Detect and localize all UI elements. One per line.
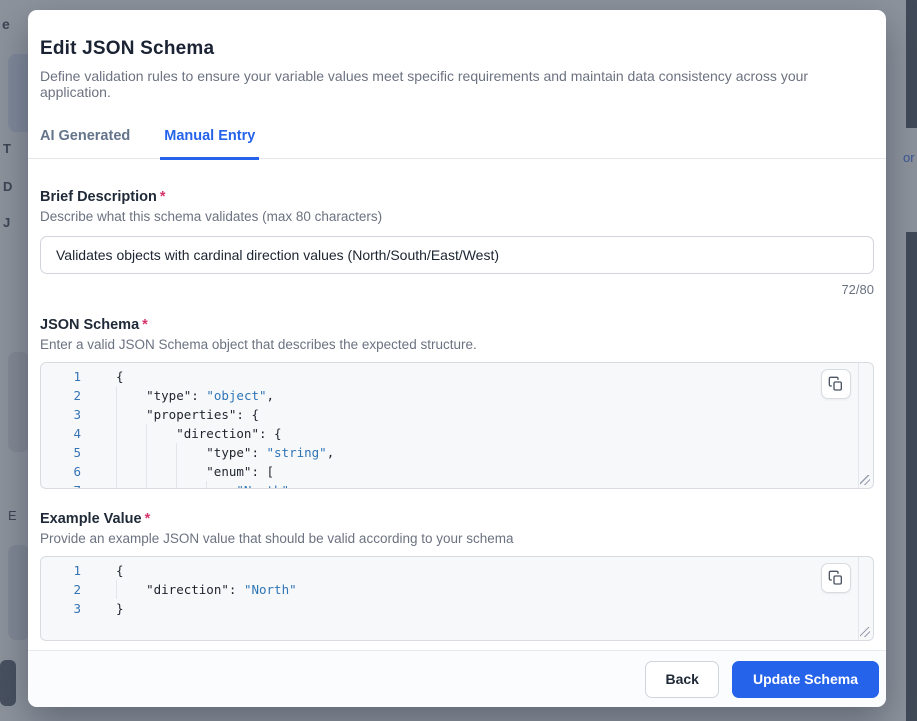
line-number: 3 <box>41 599 81 618</box>
copy-schema-button[interactable] <box>821 369 851 399</box>
example-value-field: Example Value* Provide an example JSON v… <box>40 511 874 641</box>
tab-bar: AI Generated Manual Entry <box>28 120 886 159</box>
json-schema-field: JSON Schema* Enter a valid JSON Schema o… <box>40 317 874 489</box>
code-line: 1{ <box>41 561 873 580</box>
indent-guide <box>116 580 146 599</box>
indent-guide <box>176 443 206 462</box>
edit-json-schema-dialog: Edit JSON Schema Define validation rules… <box>28 10 886 707</box>
code-text: "direction": "North" <box>116 580 297 599</box>
code-line: 2 "type": "object", <box>41 386 873 405</box>
line-number: 6 <box>41 462 81 481</box>
indent-guide <box>116 462 146 481</box>
code-text: "type": "string", <box>116 443 334 462</box>
dialog-footer: Back Update Schema <box>28 650 886 707</box>
code-text: } <box>116 599 124 618</box>
editor-gutter-line <box>858 363 859 488</box>
indent-guide <box>116 443 146 462</box>
code-text: { <box>116 561 124 580</box>
line-number: 5 <box>41 443 81 462</box>
code-line: 7 "North", <box>41 481 873 489</box>
required-asterisk: * <box>142 317 148 333</box>
example-value-helper: Provide an example JSON value that shoul… <box>40 531 874 546</box>
brief-description-input[interactable] <box>40 236 874 274</box>
dialog-header: Edit JSON Schema Define validation rules… <box>28 10 886 100</box>
indent-guide <box>116 424 146 443</box>
example-value-label-text: Example Value <box>40 511 142 527</box>
indent-guide <box>146 462 176 481</box>
required-asterisk: * <box>145 511 151 527</box>
example-value-code-editor[interactable]: 1{2"direction": "North"3} <box>40 556 874 641</box>
tab-ai-generated[interactable]: AI Generated <box>40 120 130 158</box>
tab-manual-entry[interactable]: Manual Entry <box>160 120 259 160</box>
code-text: "North", <box>116 481 297 489</box>
editor-gutter-line <box>858 557 859 640</box>
code-text: "enum": [ <box>116 462 274 481</box>
copy-icon <box>828 376 844 392</box>
code-line: 3} <box>41 599 873 618</box>
code-text: "direction": { <box>116 424 282 443</box>
code-text: { <box>116 367 124 386</box>
json-schema-code-editor[interactable]: 1{2"type": "object",3"properties": {4"di… <box>40 362 874 489</box>
indent-guide <box>116 405 146 424</box>
line-number: 2 <box>41 386 81 405</box>
brief-description-label-text: Brief Description <box>40 189 157 205</box>
json-schema-label-text: JSON Schema <box>40 317 139 333</box>
line-number: 1 <box>41 561 81 580</box>
indent-guide <box>116 481 146 489</box>
code-lines: 1{2"direction": "North"3} <box>41 557 873 618</box>
brief-description-field: Brief Description* Describe what this sc… <box>40 189 874 297</box>
copy-example-button[interactable] <box>821 563 851 593</box>
indent-guide <box>146 443 176 462</box>
dialog-title: Edit JSON Schema <box>40 38 874 60</box>
code-text: "type": "object", <box>116 386 274 405</box>
code-lines: 1{2"type": "object",3"properties": {4"di… <box>41 363 873 489</box>
brief-description-label: Brief Description* <box>40 189 874 205</box>
line-number: 1 <box>41 367 81 386</box>
code-line: 1{ <box>41 367 873 386</box>
resize-handle[interactable] <box>860 475 870 485</box>
example-value-label: Example Value* <box>40 511 874 527</box>
line-number: 3 <box>41 405 81 424</box>
copy-icon <box>828 570 844 586</box>
code-line: 4 "direction": { <box>41 424 873 443</box>
indent-guide <box>206 481 236 489</box>
code-text: "properties": { <box>116 405 259 424</box>
indent-guide <box>116 386 146 405</box>
code-line: 6 "enum": [ <box>41 462 873 481</box>
code-line: 2 "direction": "North" <box>41 580 873 599</box>
dialog-content: Brief Description* Describe what this sc… <box>28 159 886 650</box>
code-line: 3 "properties": { <box>41 405 873 424</box>
indent-guide <box>176 481 206 489</box>
dialog-subtitle: Define validation rules to ensure your v… <box>40 68 874 100</box>
indent-guide <box>146 481 176 489</box>
update-schema-button[interactable]: Update Schema <box>732 661 879 698</box>
code-line: 5 "type": "string", <box>41 443 873 462</box>
json-schema-helper: Enter a valid JSON Schema object that de… <box>40 337 874 352</box>
resize-handle[interactable] <box>860 627 870 637</box>
brief-description-helper: Describe what this schema validates (max… <box>40 209 874 224</box>
back-button[interactable]: Back <box>645 661 718 698</box>
indent-guide <box>176 462 206 481</box>
line-number: 2 <box>41 580 81 599</box>
line-number: 4 <box>41 424 81 443</box>
json-schema-label: JSON Schema* <box>40 317 874 333</box>
indent-guide <box>146 424 176 443</box>
line-number: 7 <box>41 481 81 489</box>
required-asterisk: * <box>160 189 166 205</box>
character-counter: 72/80 <box>40 282 874 297</box>
